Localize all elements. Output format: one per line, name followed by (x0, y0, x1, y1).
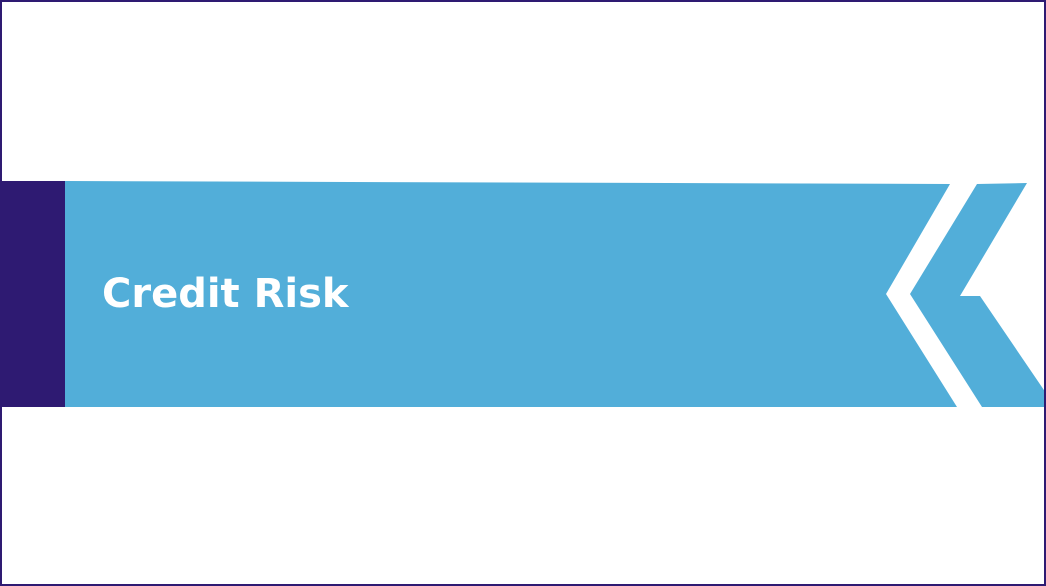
slide-title: Credit Risk (102, 271, 349, 317)
slide: Credit Risk (0, 0, 1046, 586)
accent-bar (2, 181, 65, 407)
